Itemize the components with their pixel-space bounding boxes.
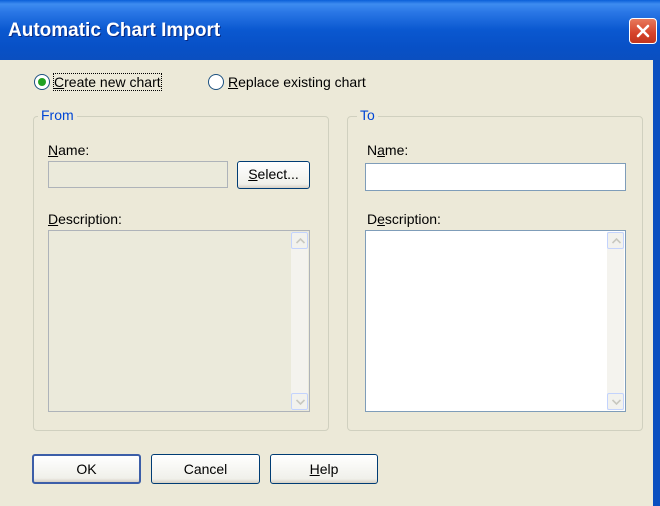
cancel-button[interactable]: Cancel [151, 454, 260, 484]
cancel-button-label: Cancel [183, 461, 228, 477]
chevron-up-icon [612, 238, 621, 244]
to-name-label: Name: [367, 142, 409, 158]
close-icon [636, 24, 650, 38]
chevron-up-icon [296, 238, 305, 244]
radio-create-new-chart[interactable]: Create new chart [34, 73, 162, 91]
to-description-scrollbar[interactable] [607, 232, 624, 410]
radio-create-new-chart-label: Create new chart [53, 73, 162, 91]
from-description-label: Description: [48, 211, 122, 227]
window-title: Automatic Chart Import [8, 20, 221, 41]
help-button-label: Help [309, 461, 339, 477]
radio-replace-label-rest: eplace existing chart [238, 74, 366, 90]
radio-replace-existing-chart[interactable]: Replace existing chart [208, 74, 366, 90]
to-description-label: Description: [367, 211, 441, 227]
to-description-field[interactable] [365, 230, 626, 412]
ok-button-label: OK [76, 461, 97, 477]
radio-selected-icon [34, 74, 50, 90]
scroll-down-button[interactable] [291, 393, 308, 410]
select-button[interactable]: Select... [237, 161, 310, 189]
chevron-down-icon [296, 399, 305, 405]
from-name-field [48, 161, 228, 188]
ok-button[interactable]: OK [32, 454, 141, 484]
select-button-label: Select... [248, 166, 299, 182]
radio-replace-existing-chart-label: Replace existing chart [228, 74, 366, 90]
from-group-legend: From [38, 107, 77, 123]
help-button[interactable]: Help [270, 454, 378, 484]
chevron-down-icon [612, 399, 621, 405]
from-description-scrollbar[interactable] [291, 232, 308, 410]
from-name-label: Name: [48, 142, 90, 158]
radio-create-label-rest: reate new chart [64, 74, 161, 90]
title-bar: Automatic Chart Import [0, 0, 660, 60]
scroll-down-button[interactable] [607, 393, 624, 410]
radio-unselected-icon [208, 74, 224, 90]
to-name-field[interactable] [365, 163, 626, 191]
close-button[interactable] [629, 18, 657, 44]
from-description-field [48, 230, 310, 412]
window-border [653, 60, 660, 506]
to-group-legend: To [357, 107, 378, 123]
scroll-up-button[interactable] [607, 232, 624, 249]
scroll-up-button[interactable] [291, 232, 308, 249]
